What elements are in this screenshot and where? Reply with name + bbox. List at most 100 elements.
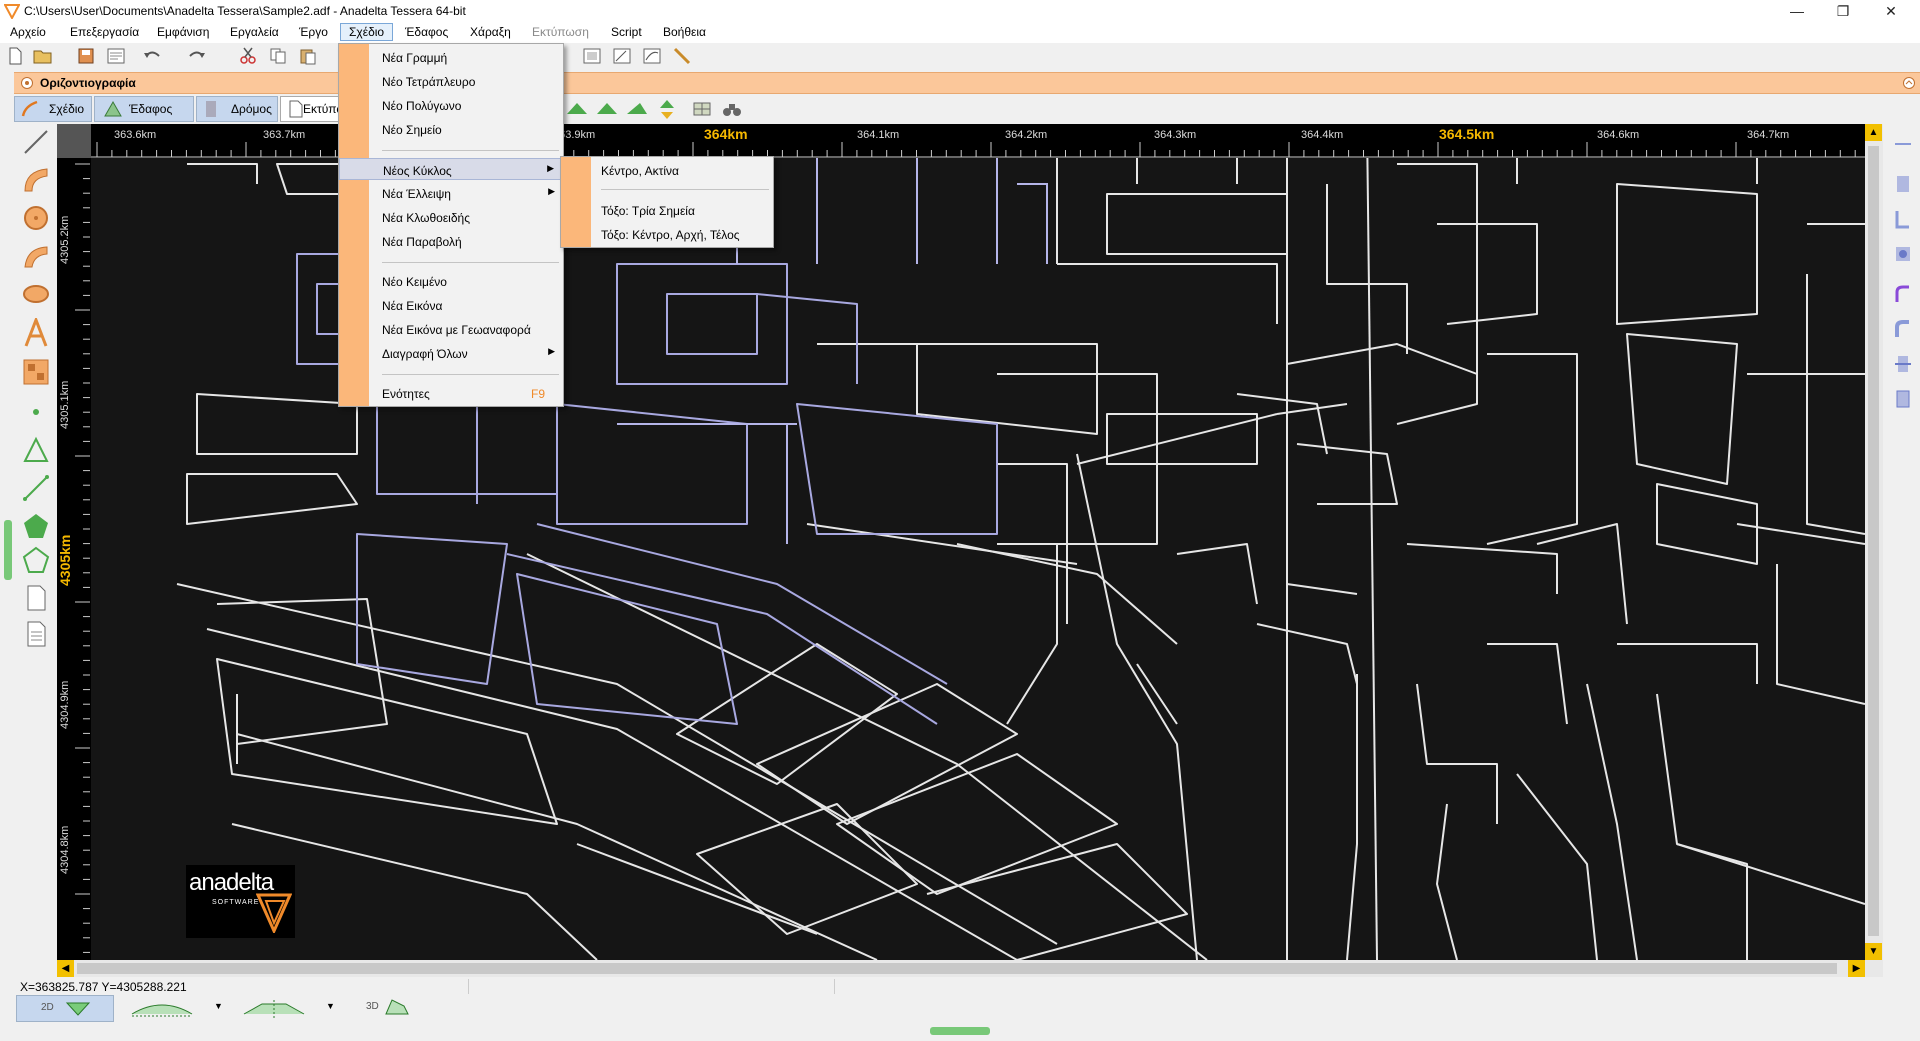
menu-new-line[interactable]: Νέα Γραμμή	[339, 46, 563, 68]
redo-icon[interactable]	[187, 47, 207, 65]
menu-help[interactable]: Βοήθεια	[663, 25, 706, 39]
menu-tools[interactable]: Εργαλεία	[230, 25, 279, 39]
cross-section-icon[interactable]	[242, 998, 306, 1018]
panel-collapse-icon[interactable]	[1902, 76, 1916, 90]
properties-icon[interactable]	[106, 47, 126, 65]
menu-new-georef-image[interactable]: Νέα Εικόνα με Γεωαναφορά	[339, 318, 563, 340]
horizontal-scroll-thumb[interactable]	[77, 963, 1837, 974]
menu-arc-center-start-end[interactable]: Τόξο: Κέντρο, Αρχή, Τέλος	[561, 223, 773, 245]
menu-edit[interactable]: Επεξεργασία	[70, 25, 139, 39]
new-file-icon[interactable]	[5, 47, 25, 65]
text-tool-icon[interactable]	[22, 318, 50, 348]
menu-new-parabola[interactable]: Νέα Παραβολή	[339, 230, 563, 252]
line-tool-icon[interactable]	[22, 128, 50, 156]
menu-new-ellipse[interactable]: Νέα Έλλειψη ▶	[339, 182, 563, 204]
bottom-panel-grip[interactable]	[930, 1027, 990, 1035]
minimize-button[interactable]: —	[1774, 0, 1820, 22]
open-folder-icon[interactable]	[33, 47, 53, 65]
menu-new-point[interactable]: Νέο Σημείο	[339, 118, 563, 140]
image-tool-icon[interactable]	[22, 358, 50, 386]
ellipse-tool-icon[interactable]	[22, 280, 50, 308]
arc-tool-icon[interactable]	[22, 242, 50, 270]
tab-road[interactable]: Δρόμος	[196, 96, 278, 122]
right-tool-5-icon[interactable]	[1893, 284, 1913, 304]
scroll-left-button[interactable]: ◀	[57, 960, 74, 977]
page-icon	[289, 100, 303, 118]
right-tool-4-icon[interactable]	[1893, 244, 1913, 264]
page-lines-tool-icon[interactable]	[22, 620, 50, 648]
right-tool-6-icon[interactable]	[1893, 319, 1913, 339]
map-canvas[interactable]	[57, 124, 1865, 960]
menu-new-text[interactable]: Νέο Κειμένο	[339, 270, 563, 292]
menu-arc-three-points[interactable]: Τόξο: Τρία Σημεία	[561, 199, 773, 221]
save-icon[interactable]	[76, 47, 96, 65]
right-tool-1-icon[interactable]	[1893, 134, 1913, 154]
maximize-button[interactable]: ❐	[1820, 0, 1866, 22]
draw-menu: Νέα Γραμμή Νέο Τετράπλευρο Νέο Πολύγωνο …	[338, 43, 564, 407]
menu-draw[interactable]: Σχέδιο	[340, 23, 394, 41]
terrain-tool-1-icon[interactable]	[566, 100, 588, 116]
longitudinal-profile-icon[interactable]	[130, 998, 194, 1018]
ruler-corner	[57, 124, 91, 158]
point-tool-icon[interactable]	[22, 398, 50, 426]
section-dropdown-arrow-icon[interactable]: ▼	[326, 1001, 335, 1011]
menu-new-image[interactable]: Νέα Εικόνα	[339, 294, 563, 316]
menu-new-clothoid[interactable]: Νέα Κλωθοειδής	[339, 206, 563, 228]
left-panel-grip[interactable]	[4, 520, 12, 580]
terrain-tool-4-icon[interactable]	[656, 98, 678, 120]
view-3d-button[interactable]: 3D	[354, 995, 424, 1020]
measure-icon[interactable]	[672, 47, 692, 65]
profile-dropdown-arrow-icon[interactable]: ▼	[214, 1001, 223, 1011]
scroll-down-button[interactable]: ▼	[1865, 943, 1882, 960]
segment-tool-icon[interactable]	[22, 474, 50, 502]
layout-icon[interactable]	[582, 47, 602, 65]
menu-alignment[interactable]: Χάραξη	[470, 25, 511, 39]
vertical-scrollbar[interactable]: ▲ ▼	[1865, 124, 1883, 960]
cut-icon[interactable]	[238, 47, 258, 65]
menu-project[interactable]: Έργο	[299, 25, 328, 39]
view-2d-button[interactable]: 2D	[16, 995, 114, 1022]
paste-icon[interactable]	[298, 47, 318, 65]
copy-icon[interactable]	[268, 47, 288, 65]
logo-mark-icon	[256, 893, 292, 933]
page-tool-icon[interactable]	[22, 584, 50, 612]
right-tool-7-icon[interactable]	[1893, 354, 1913, 374]
right-tool-3-icon[interactable]	[1893, 209, 1913, 229]
vertical-scroll-thumb[interactable]	[1868, 146, 1879, 936]
menu-new-quad[interactable]: Νέο Τετράπλευρο	[339, 70, 563, 92]
menu-new-circle[interactable]: Νέος Κύκλος ▶	[339, 158, 563, 180]
horizontal-scrollbar[interactable]: ◀ ▶	[57, 960, 1883, 977]
terrain-tool-3-icon[interactable]	[626, 100, 648, 116]
menu-file[interactable]: Αρχείο	[10, 25, 46, 39]
panel-menu-icon[interactable]	[20, 76, 34, 90]
menu-view[interactable]: Εμφάνιση	[157, 25, 209, 39]
scroll-up-button[interactable]: ▲	[1865, 124, 1882, 141]
close-button[interactable]: ✕	[1868, 0, 1914, 22]
circle-tool-icon[interactable]	[22, 204, 50, 232]
map-drawing[interactable]	[57, 124, 1865, 960]
menu-terrain[interactable]: Έδαφος	[405, 25, 448, 39]
undo-icon[interactable]	[142, 47, 162, 65]
image-georef-icon[interactable]	[642, 47, 662, 65]
menu-units[interactable]: Ενότητες F9	[339, 382, 563, 404]
scroll-right-button[interactable]: ▶	[1848, 960, 1865, 977]
terrain-tool-2-icon[interactable]	[596, 100, 618, 116]
grid-icon[interactable]	[692, 100, 712, 118]
menu-circle-center-radius[interactable]: Κέντρο, Ακτίνα	[561, 159, 773, 181]
menu-script[interactable]: Script	[611, 25, 642, 39]
binoculars-icon[interactable]	[722, 100, 742, 118]
polygon-tool-icon[interactable]	[22, 546, 50, 574]
ruler-x-364.5: 364.5km	[1439, 126, 1495, 142]
menu-delete-all[interactable]: Διαγραφή Όλων ▶	[339, 342, 563, 364]
right-tool-8-icon[interactable]	[1893, 389, 1913, 409]
menu-separator	[601, 189, 769, 190]
image-edit-icon[interactable]	[612, 47, 632, 65]
right-tool-2-icon[interactable]	[1893, 174, 1913, 194]
triangle-tool-icon[interactable]	[22, 436, 50, 464]
tab-terrain[interactable]: Έδαφος	[94, 96, 194, 122]
quad-tool-icon[interactable]	[22, 166, 50, 194]
polygon-fill-tool-icon[interactable]	[22, 512, 50, 540]
menu-print: Εκτύπωση	[532, 25, 589, 39]
tab-drawing[interactable]: Σχέδιο	[14, 96, 92, 122]
menu-new-polygon[interactable]: Νέο Πολύγωνο	[339, 94, 563, 116]
